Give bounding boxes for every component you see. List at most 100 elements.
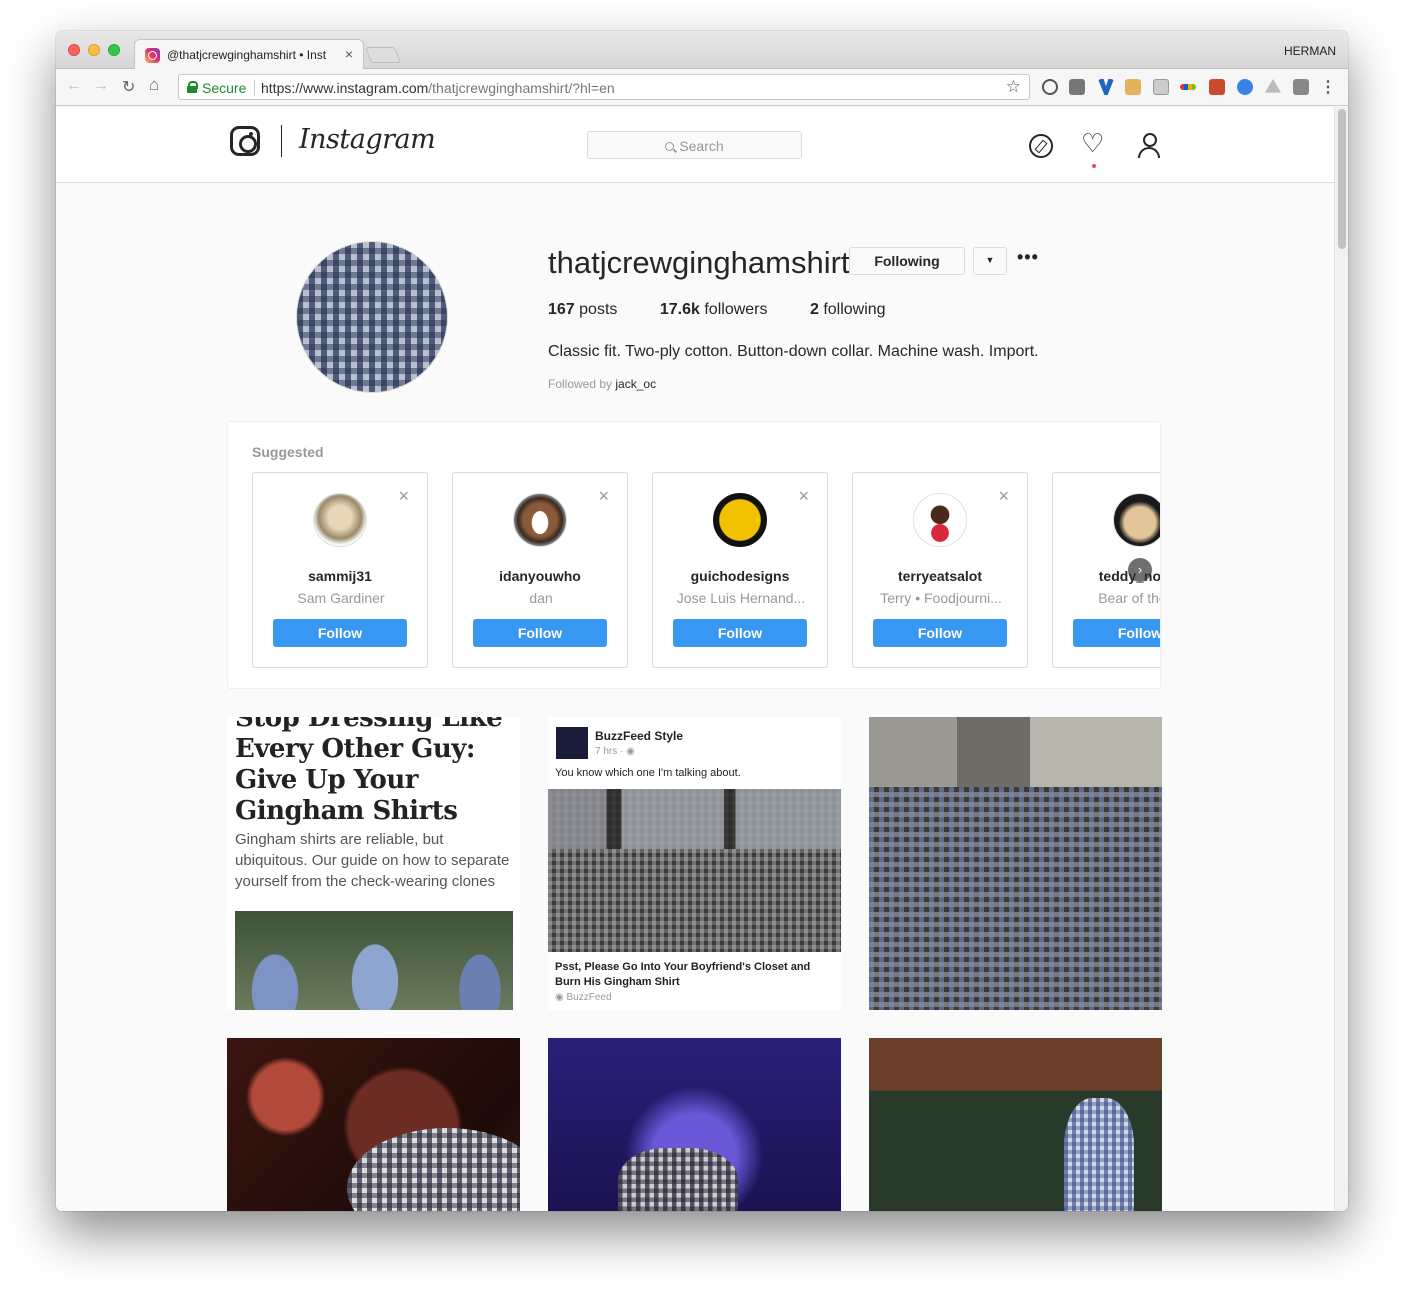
follow-button[interactable]: Follow: [473, 619, 607, 647]
follow-button[interactable]: Follow: [873, 619, 1007, 647]
search-placeholder-wrap: Search: [665, 138, 724, 154]
minimize-window-button[interactable]: [88, 44, 100, 56]
bookmark-star-icon[interactable]: ☆: [1006, 77, 1021, 97]
url-host: https://www.instagram.com: [261, 80, 429, 96]
next-chevron-icon[interactable]: ›: [1128, 558, 1152, 582]
stack-extension-icon[interactable]: [1069, 79, 1085, 95]
lock-icon: [187, 81, 198, 93]
suggested-fullname: Terry • Foodjourni...: [880, 590, 1002, 606]
avatar[interactable]: [1113, 493, 1160, 547]
post-thumbnail[interactable]: [227, 1038, 520, 1211]
fb-link-headline: Psst, Please Go Into Your Boyfriend's Cl…: [555, 961, 811, 988]
tab-title: @thatjcrewginghamshirt • Inst: [167, 48, 327, 62]
follow-button[interactable]: Follow: [273, 619, 407, 647]
post-thumbnail[interactable]: Stop Dressing Like Every Other Guy: Give…: [227, 717, 520, 1010]
tab-close-icon[interactable]: ×: [345, 46, 353, 62]
post-thumbnail[interactable]: [869, 1038, 1162, 1211]
explore-compass-icon[interactable]: [1029, 134, 1053, 158]
suggested-fullname: dan: [529, 590, 553, 606]
post-thumbnail[interactable]: BuzzFeed Style 7 hrs · ◉ You know which …: [548, 717, 841, 1010]
url-text[interactable]: https://www.instagram.com/thatjcrewgingh…: [261, 80, 615, 96]
home-icon[interactable]: ⌂: [149, 75, 159, 95]
notification-dot: [1092, 164, 1096, 168]
avatar[interactable]: [513, 493, 567, 547]
logo-divider: [281, 125, 282, 157]
title-bar: @thatjcrewginghamshirt • Inst × HERMAN: [56, 31, 1348, 70]
posts-label: posts: [579, 301, 618, 318]
followed-by-user[interactable]: jack_oc: [615, 377, 656, 391]
following-button[interactable]: Following: [849, 247, 965, 275]
fb-link-source: ◉ BuzzFeed: [555, 992, 612, 1003]
fb-caption: You know which one I'm talking about.: [555, 767, 741, 779]
dismiss-close-icon[interactable]: ×: [598, 487, 609, 505]
post-thumbnail[interactable]: [869, 717, 1162, 1010]
avatar[interactable]: [913, 493, 967, 547]
article-headline: Stop Dressing Like Every Other Guy: Give…: [235, 717, 503, 826]
page-scrollbar[interactable]: [1334, 107, 1348, 1211]
suggested-username[interactable]: idanyouwho: [453, 568, 627, 584]
dismiss-close-icon[interactable]: ×: [398, 487, 409, 505]
follow-button[interactable]: Follow: [673, 619, 807, 647]
chart-extension-icon[interactable]: [1153, 79, 1169, 95]
suggested-username[interactable]: guichodesigns: [653, 568, 827, 584]
following-stat[interactable]: 2 following: [810, 301, 886, 319]
fb-post-time: 7 hrs · ◉: [595, 746, 635, 757]
instagram-logo-icon[interactable]: [230, 126, 260, 156]
fb-page-name: BuzzFeed Style: [595, 729, 684, 743]
avatar[interactable]: [713, 493, 767, 547]
more-options-icon[interactable]: •••: [1017, 247, 1039, 268]
suggested-fullname: Bear of the Cl: [1098, 590, 1160, 606]
browser-menu-icon[interactable]: ⋮: [1320, 77, 1336, 97]
profile-avatar[interactable]: [296, 241, 448, 393]
fb-photo: [548, 789, 841, 952]
following-label: following: [823, 301, 886, 318]
followed-by: Followed by jack_oc: [548, 377, 656, 391]
reload-icon[interactable]: ↻: [122, 77, 135, 97]
close-window-button[interactable]: [68, 44, 80, 56]
search-icon: [665, 142, 675, 151]
y-extension-icon[interactable]: [1098, 79, 1114, 95]
suggested-fullname: Jose Luis Hernand...: [676, 590, 806, 606]
post-thumbnail[interactable]: [548, 1038, 841, 1211]
suggested-username[interactable]: sammij31: [253, 568, 427, 584]
instagram-favicon-icon: [145, 48, 160, 63]
incognito-extension-icon[interactable]: [1293, 79, 1309, 95]
share-extension-icon[interactable]: [1237, 79, 1253, 95]
browser-window: @thatjcrewginghamshirt • Inst × HERMAN ←…: [56, 31, 1348, 1211]
instagram-header: Instagram Search ♡: [56, 107, 1334, 183]
suggested-card: × sammij31 Sam Gardiner Follow: [252, 472, 428, 668]
instagram-wordmark[interactable]: Instagram: [299, 124, 436, 155]
suggested-card: × guichodesigns Jose Luis Hernand... Fol…: [652, 472, 828, 668]
face-extension-icon[interactable]: [1125, 79, 1141, 95]
dismiss-close-icon[interactable]: ×: [998, 487, 1009, 505]
url-path: /thatjcrewginghamshirt/?hl=en: [428, 80, 615, 96]
back-arrow-icon[interactable]: ←: [66, 77, 82, 95]
activity-heart-icon[interactable]: ♡: [1081, 130, 1104, 156]
follow-button[interactable]: Follow: [1073, 619, 1160, 647]
dismiss-close-icon[interactable]: ×: [798, 487, 809, 505]
profile-user-icon[interactable]: [1137, 133, 1161, 159]
address-bar[interactable]: Secure https://www.instagram.com/thatjcr…: [178, 74, 1030, 100]
browser-tab[interactable]: @thatjcrewginghamshirt • Inst ×: [134, 39, 364, 70]
scrollbar-thumb[interactable]: [1338, 109, 1346, 249]
forward-arrow-icon[interactable]: →: [93, 77, 109, 95]
search-input[interactable]: Search: [587, 131, 802, 159]
posts-stat: 167 posts: [548, 301, 617, 319]
followers-stat[interactable]: 17.6k followers: [660, 301, 768, 319]
avatar[interactable]: [313, 493, 367, 547]
followers-label: followers: [704, 301, 768, 318]
calendar-extension-icon[interactable]: [1209, 79, 1225, 95]
suggested-card: × idanyouwho dan Follow: [452, 472, 628, 668]
new-tab-button[interactable]: [365, 47, 401, 63]
drive-extension-icon[interactable]: [1265, 79, 1281, 93]
info-extension-icon[interactable]: [1042, 79, 1058, 95]
suggestions-dropdown-button[interactable]: ▼: [973, 247, 1007, 275]
browser-profile-name[interactable]: HERMAN: [1284, 44, 1336, 58]
article-body: Gingham shirts are reliable, but ubiquit…: [235, 831, 510, 890]
zoom-window-button[interactable]: [108, 44, 120, 56]
posts-count: 167: [548, 301, 575, 318]
omnibox-separator: [254, 80, 255, 96]
followers-count: 17.6k: [659, 301, 700, 318]
suggested-username[interactable]: terryeatsalot: [853, 568, 1027, 584]
ebay-extension-icon[interactable]: [1180, 84, 1196, 90]
